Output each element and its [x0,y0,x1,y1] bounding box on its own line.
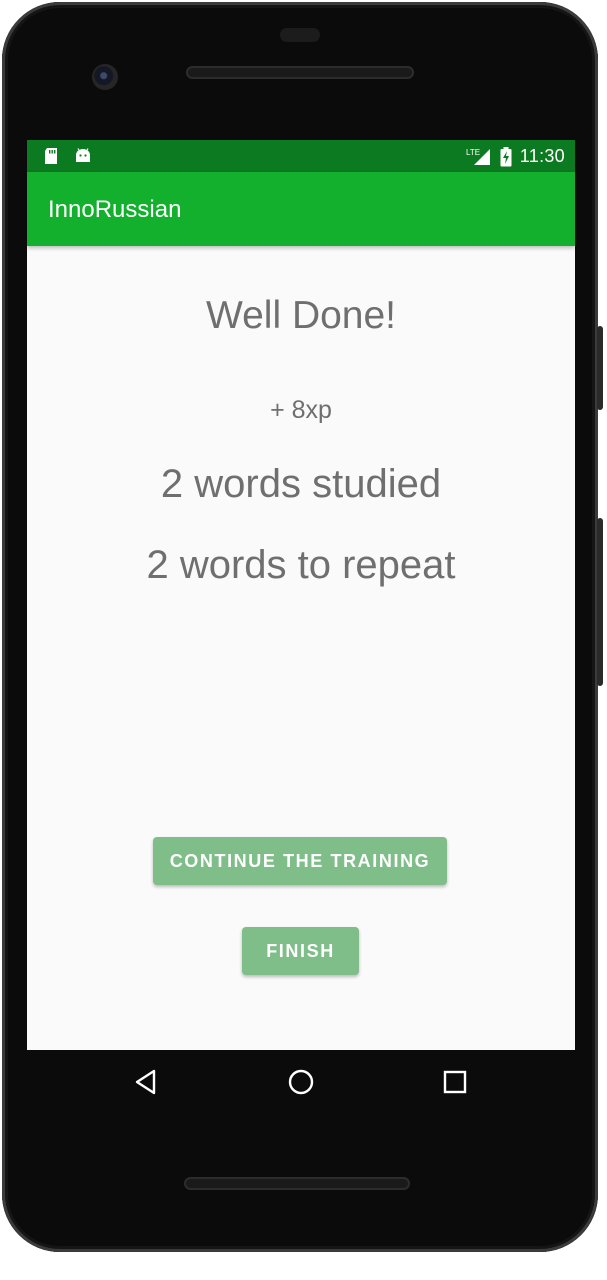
finish-button[interactable]: FINISH [242,927,359,975]
network-type: LTE [466,148,480,157]
navigation-bar [27,1050,575,1114]
status-bar: LTE 11:30 [27,140,575,172]
front-camera-icon [92,64,118,90]
lte-signal-icon: LTE [466,148,490,165]
app-bar: InnoRussian [27,172,575,246]
words-to-repeat: 2 words to repeat [146,543,456,587]
xp-gained: + 8xp [270,396,332,424]
earpiece-speaker [186,66,414,79]
sd-card-icon [45,148,57,164]
words-studied: 2 words studied [160,462,442,506]
back-icon[interactable] [133,1068,161,1096]
app-title: InnoRussian [48,196,182,223]
screen: LTE 11:30 InnoRussian Well Done! + 8xp 2… [27,140,575,1050]
home-icon[interactable] [287,1068,315,1096]
training-result: Well Done! + 8xp 2 words studied 2 words… [27,246,575,1050]
battery-charging-icon [500,146,512,166]
status-clock: 11:30 [519,146,565,166]
sensor-slot [280,28,320,42]
bottom-speaker [184,1177,410,1190]
android-icon [76,148,90,162]
recents-icon[interactable] [441,1068,469,1096]
volume-button [597,518,603,686]
continue-training-button[interactable]: CONTINUE THE TRAINING [153,837,447,885]
result-headline: Well Done! [205,294,397,337]
power-button [597,326,603,410]
